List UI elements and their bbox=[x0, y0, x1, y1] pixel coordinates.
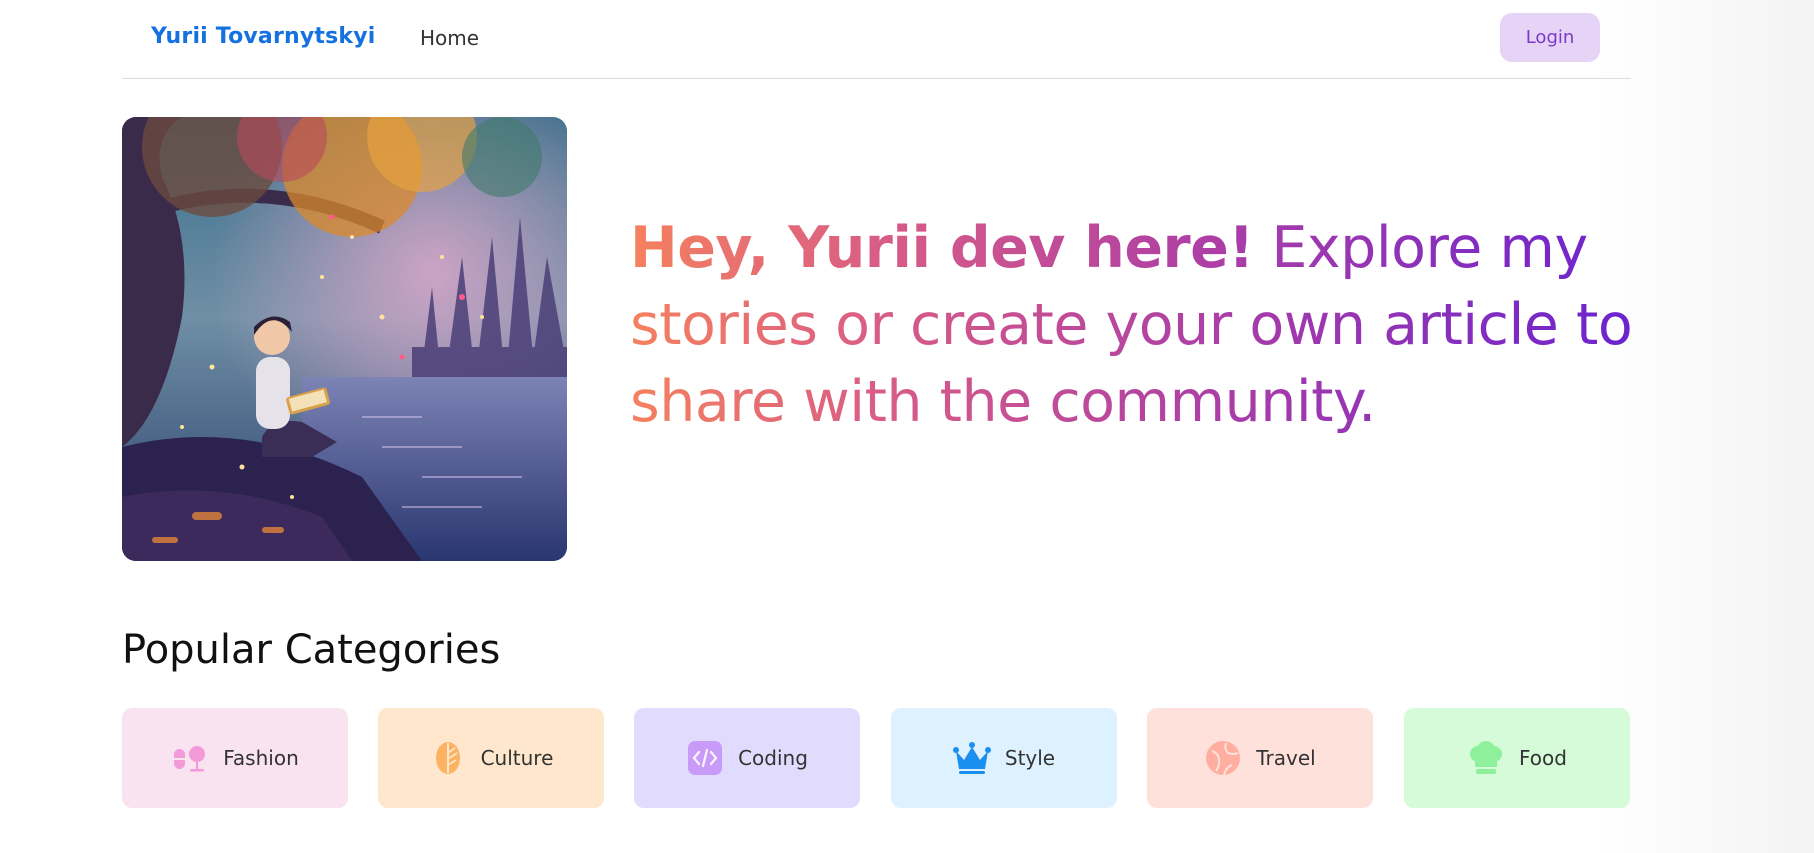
hero-illustration bbox=[122, 117, 567, 561]
page-container: Yurii Tovarnytskyi Home Login Hey, Yurii… bbox=[122, 0, 1631, 808]
leaf-icon bbox=[429, 739, 467, 777]
category-culture[interactable]: Culture bbox=[378, 708, 604, 808]
login-button[interactable]: Login bbox=[1500, 13, 1600, 62]
nav-link-home[interactable]: Home bbox=[420, 26, 479, 50]
categories-list: Fashion Culture Coding Style Travel Food bbox=[122, 708, 1631, 808]
top-nav: Yurii Tovarnytskyi Home Login bbox=[122, 0, 1631, 79]
crown-icon bbox=[952, 739, 991, 777]
category-label: Food bbox=[1519, 746, 1567, 770]
brand-logo[interactable]: Yurii Tovarnytskyi bbox=[151, 24, 376, 49]
category-label: Culture bbox=[480, 746, 554, 770]
category-label: Coding bbox=[738, 746, 808, 770]
category-style[interactable]: Style bbox=[891, 708, 1117, 808]
hero-headline: Hey, Yurii dev here! Explore my stories … bbox=[630, 210, 1640, 441]
globe-icon bbox=[1204, 739, 1242, 777]
code-icon bbox=[686, 739, 724, 777]
category-label: Style bbox=[1004, 746, 1056, 770]
category-label: Travel bbox=[1256, 746, 1316, 770]
category-food[interactable]: Food bbox=[1404, 708, 1630, 808]
category-coding[interactable]: Coding bbox=[634, 708, 860, 808]
chef-hat-icon bbox=[1467, 739, 1505, 777]
hero-headline-bold: Hey, Yurii dev here! bbox=[630, 215, 1254, 281]
fashion-icon bbox=[171, 739, 209, 777]
category-travel[interactable]: Travel bbox=[1147, 708, 1373, 808]
categories-title: Popular Categories bbox=[122, 627, 501, 673]
category-label: Fashion bbox=[223, 746, 299, 770]
category-fashion[interactable]: Fashion bbox=[122, 708, 348, 808]
